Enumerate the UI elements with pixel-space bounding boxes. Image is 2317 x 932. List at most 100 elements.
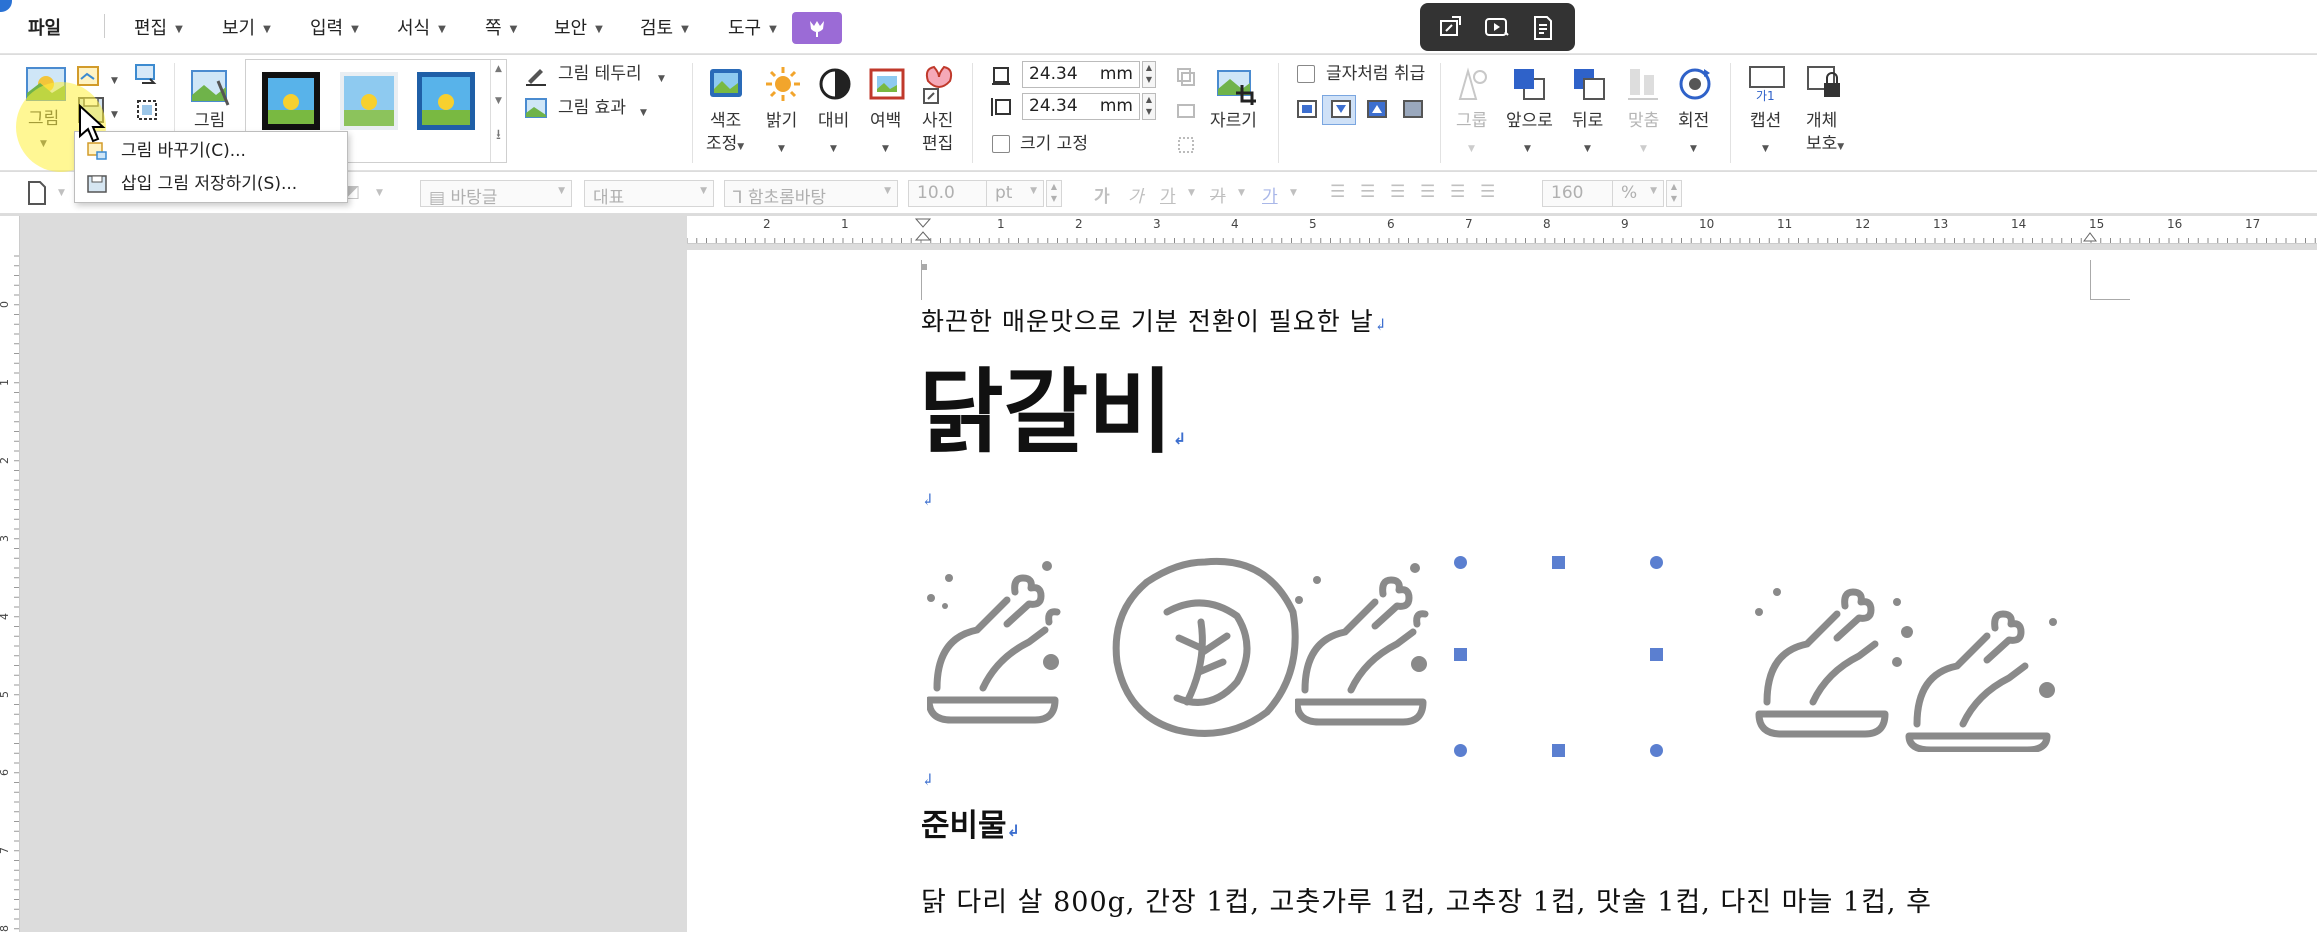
caret-down-icon[interactable]: ▼ — [1290, 188, 1297, 198]
underline-icon[interactable]: 가 — [1160, 182, 1176, 207]
picture-effect-label[interactable]: 그림 효과 — [558, 97, 626, 119]
menu-insert[interactable]: 입력 ▼ — [310, 14, 359, 40]
align-distribute-icon[interactable]: ☰ — [1450, 182, 1465, 202]
caret-down-icon[interactable]: ▼ — [1188, 188, 1195, 198]
video-ai-icon[interactable] — [1484, 15, 1510, 41]
photo-edit-icon[interactable] — [920, 63, 958, 105]
style-combo[interactable]: ▤ 바탕글 ▼ — [420, 180, 572, 208]
size-original-icon[interactable] — [1176, 135, 1196, 155]
app-logo[interactable] — [0, 0, 12, 12]
picture-link-icon[interactable] — [134, 63, 160, 87]
menu-file[interactable]: 파일 — [28, 14, 61, 40]
new-document-icon[interactable] — [26, 180, 48, 206]
align-icon[interactable] — [1626, 65, 1662, 103]
vertical-ruler[interactable]: 0 1 2 3 4 5 6 7 8 — [0, 216, 20, 932]
wrap-front-icon[interactable] — [1366, 99, 1388, 119]
group-icon[interactable] — [1454, 65, 1490, 103]
cabbage-image[interactable] — [1107, 552, 1303, 742]
width-input[interactable]: 24.34 mm — [1022, 93, 1140, 120]
align-center-icon[interactable]: ☰ — [1390, 182, 1405, 202]
menu-format[interactable]: 서식 ▼ — [397, 14, 446, 40]
font-size-unit-combo[interactable]: pt ▼ — [986, 180, 1044, 207]
caret-down-icon[interactable]: ▼ — [376, 188, 383, 198]
resize-handle-right[interactable] — [1650, 648, 1663, 661]
menu-security[interactable]: 보안 ▼ — [554, 14, 603, 40]
document-ai-icon[interactable] — [1530, 15, 1556, 41]
resize-handle-top[interactable] — [1552, 556, 1565, 569]
contrast-icon[interactable] — [816, 65, 854, 103]
menu-page[interactable]: 쪽 ▼ — [485, 14, 517, 40]
insert-picture-icon[interactable] — [26, 67, 66, 101]
caret-down-icon[interactable]: ▼ — [111, 67, 118, 92]
gallery-thumb-soft-frame[interactable] — [340, 72, 398, 130]
height-spinner[interactable]: ▲ ▼ — [1142, 61, 1156, 88]
picture-style-icon[interactable] — [190, 69, 230, 107]
crop-icon[interactable] — [1214, 65, 1258, 105]
caret-down-icon[interactable]: ▼ — [658, 65, 665, 90]
object-protect-icon[interactable] — [1806, 65, 1844, 103]
zoom-unit-combo[interactable]: % ▼ — [1612, 180, 1664, 207]
picture-border-label[interactable]: 그림 테두리 — [558, 63, 642, 85]
resize-handle-bottom[interactable] — [1552, 744, 1565, 757]
wrap-behind-icon[interactable] — [1402, 99, 1424, 119]
right-margin-marker-icon[interactable] — [2083, 228, 2097, 242]
chicken-leg-image-2-selected[interactable] — [1295, 560, 1435, 730]
strikethrough-icon[interactable]: 가 — [1210, 182, 1226, 207]
picture-border-icon[interactable] — [524, 63, 548, 87]
font-combo[interactable]: Ꞁ 함초롬바탕 ▼ — [724, 180, 898, 208]
indent-marker-icon[interactable] — [915, 218, 931, 242]
align-left-icon[interactable]: ☰ — [1360, 182, 1375, 202]
menu-plugin-button[interactable] — [792, 12, 842, 44]
screen-capture-icon[interactable] — [1438, 15, 1464, 41]
save-inserted-picture-item[interactable]: 삽입 그림 저장하기(S)... — [75, 168, 347, 200]
brightness-icon[interactable] — [764, 65, 802, 103]
align-right-icon[interactable]: ☰ — [1420, 182, 1435, 202]
menu-tools[interactable]: 도구 ▼ — [728, 14, 777, 40]
caret-down-icon[interactable]: ▼ — [640, 99, 647, 124]
treat-as-char-checkbox[interactable] — [1297, 65, 1315, 83]
picture-effect-icon[interactable] — [524, 97, 548, 119]
font-size-spinner[interactable]: ▲ ▼ — [1046, 180, 1062, 207]
size-copy-icon[interactable] — [1176, 67, 1196, 87]
resize-handle-top-right[interactable] — [1650, 556, 1663, 569]
document-page[interactable]: 화끈한 매운맛으로 기분 전환이 필요한 날↲ 닭갈비↲ ↲ ↲ 준비물↲ 닭 … — [687, 250, 2317, 932]
resize-handle-top-left[interactable] — [1454, 556, 1467, 569]
bold-icon[interactable]: 가 — [1094, 182, 1110, 207]
double-chicken-leg-image[interactable] — [1747, 572, 2077, 752]
picture-select-icon[interactable] — [134, 97, 160, 123]
send-backward-icon[interactable] — [1570, 65, 1608, 103]
font-size-combo[interactable]: 10.0 — [908, 180, 998, 207]
height-input[interactable]: 24.34 mm — [1022, 61, 1140, 88]
size-same-icon[interactable] — [1176, 101, 1196, 121]
horizontal-ruler[interactable]: 2 1 1 2 3 4 5 6 7 8 9 10 11 12 13 14 15 16 17 — [686, 216, 2317, 244]
caption-icon[interactable]: 가1 — [1748, 65, 1786, 103]
align-divide-icon[interactable]: ☰ — [1480, 182, 1495, 202]
menu-view[interactable]: 보기 ▼ — [222, 14, 271, 40]
gallery-thumb-black-frame[interactable] — [262, 72, 320, 130]
caret-down-icon[interactable]: ▼ — [1238, 188, 1245, 198]
fix-size-checkbox[interactable] — [992, 135, 1010, 153]
resize-handle-bottom-right[interactable] — [1650, 744, 1663, 757]
rotate-icon[interactable] — [1676, 65, 1714, 103]
font-color-icon[interactable]: 가 — [1262, 182, 1278, 207]
caret-down-icon[interactable]: ▼ — [58, 188, 65, 198]
bring-forward-icon[interactable] — [1510, 65, 1548, 103]
width-spinner[interactable]: ▲ ▼ — [1142, 93, 1156, 120]
resize-handle-bottom-left[interactable] — [1454, 744, 1467, 757]
menu-review[interactable]: 검토 ▼ — [640, 14, 689, 40]
resize-handle-left[interactable] — [1454, 648, 1467, 661]
wrap-square-icon[interactable] — [1296, 99, 1318, 119]
menu-edit[interactable]: 편집 ▼ — [134, 14, 183, 40]
representative-combo[interactable]: 대표 ▼ — [584, 180, 714, 208]
chicken-leg-image-1[interactable] — [927, 558, 1067, 728]
color-adjust-icon[interactable] — [708, 65, 746, 103]
wrap-topbottom-icon[interactable] — [1330, 99, 1352, 119]
zoom-spinner[interactable]: ▲ ▼ — [1666, 180, 1682, 207]
caret-down-icon[interactable]: ▼ — [111, 101, 118, 126]
margin-icon[interactable] — [868, 65, 906, 103]
align-justify-icon[interactable]: ☰ — [1330, 182, 1345, 202]
gallery-scroll[interactable]: ▲ ▼ ⭳ — [490, 60, 506, 162]
italic-icon[interactable]: 가 — [1128, 182, 1144, 207]
gallery-thumb-blue-frame[interactable] — [417, 72, 475, 130]
replace-picture-item[interactable]: 그림 바꾸기(C)... — [75, 135, 347, 167]
